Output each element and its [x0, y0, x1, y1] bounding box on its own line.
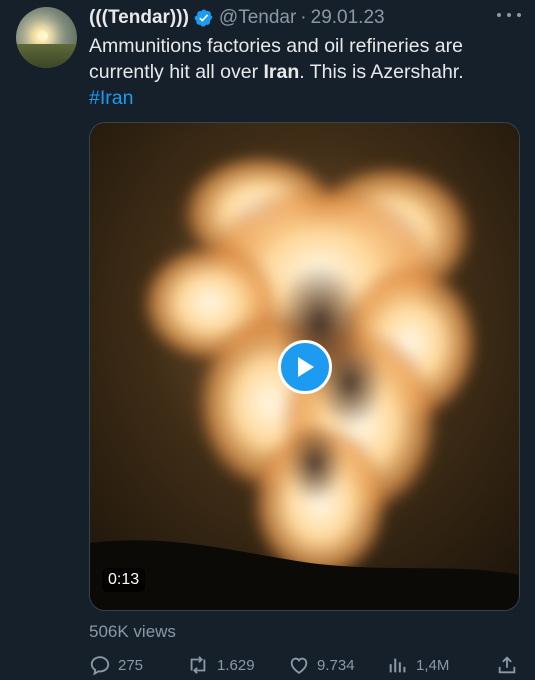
view-count: 506K views — [89, 622, 176, 641]
analytics-count: 1,4M — [416, 656, 450, 674]
tweet-text: Ammunitions factories and oil refineries… — [89, 33, 529, 111]
video-player[interactable]: 0:13 — [89, 122, 520, 611]
play-icon — [298, 357, 314, 377]
like-button[interactable]: 9.734 — [288, 654, 355, 676]
play-button[interactable] — [278, 340, 332, 394]
share-icon — [498, 656, 516, 674]
share-button[interactable] — [496, 654, 525, 676]
retweet-button[interactable]: 1.629 — [186, 654, 255, 676]
tweet-text-part2: . This is Azershahr. — [299, 61, 464, 83]
display-name[interactable]: (((Tendar))) — [89, 7, 189, 29]
action-bar: 275 1.629 9.734 1,4M — [89, 654, 521, 678]
hashtag-link[interactable]: #Iran — [89, 87, 133, 109]
separator: · — [300, 7, 307, 28]
tweet-card[interactable]: (((Tendar))) @Tendar · 29.01.23 Ammuniti… — [0, 0, 535, 680]
like-icon — [290, 657, 308, 674]
avatar-field-graphic — [16, 44, 77, 68]
analytics-icon — [389, 658, 406, 673]
like-count: 9.734 — [317, 656, 355, 674]
retweet-count: 1.629 — [217, 656, 255, 674]
verified-badge-icon — [194, 8, 214, 28]
avatar-sun-graphic — [38, 31, 48, 41]
video-duration: 0:13 — [102, 568, 146, 592]
more-options-icon[interactable] — [497, 6, 521, 24]
tweet-text-bold: Iran — [263, 61, 300, 83]
tweet-header: (((Tendar))) @Tendar · 29.01.23 — [89, 5, 385, 31]
reply-button[interactable]: 275 — [89, 654, 143, 676]
tweet-date[interactable]: 29.01.23 — [311, 7, 385, 29]
handle[interactable]: @Tendar — [219, 7, 296, 29]
analytics-button[interactable]: 1,4M — [387, 654, 449, 676]
retweet-icon — [190, 656, 206, 674]
reply-count: 275 — [118, 656, 144, 674]
avatar[interactable] — [16, 7, 77, 68]
reply-icon — [90, 656, 110, 676]
